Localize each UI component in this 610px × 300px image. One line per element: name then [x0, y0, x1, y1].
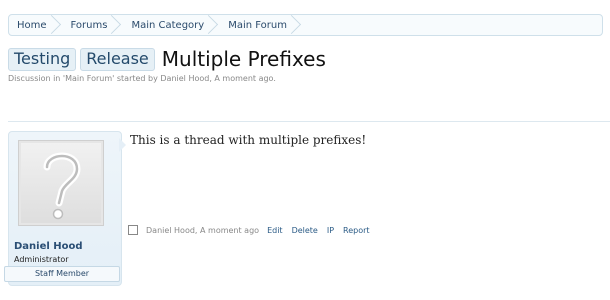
message-body: This is a thread with multiple prefixes! [130, 133, 367, 147]
default-avatar-icon [21, 143, 101, 223]
report-link[interactable]: Report [343, 226, 370, 235]
question-mark-icon [43, 152, 81, 220]
prefix-release[interactable]: Release [80, 47, 155, 71]
thread-title-row: Testing Release Multiple Prefixes [8, 47, 326, 71]
ip-link[interactable]: IP [327, 226, 334, 235]
thread-byline: Discussion in 'Main Forum' started by Da… [8, 74, 276, 83]
select-post-checkbox[interactable] [128, 225, 138, 235]
message-meta: Daniel Hood, A moment ago Edit Delete IP… [128, 225, 370, 235]
breadcrumb-home[interactable]: Home [9, 15, 61, 35]
username-link[interactable]: Daniel Hood [14, 241, 83, 252]
post-author-time[interactable]: Daniel Hood, A moment ago [146, 226, 259, 235]
breadcrumb-main-category[interactable]: Main Category [121, 15, 218, 35]
page-title: Multiple Prefixes [161, 47, 326, 71]
prefix-testing[interactable]: Testing [8, 47, 77, 71]
divider [8, 121, 610, 122]
breadcrumb: Home Forums Main Category Main Forum [8, 14, 603, 36]
breadcrumb-main-forum[interactable]: Main Forum [218, 15, 301, 35]
breadcrumb-forums[interactable]: Forums [61, 15, 122, 35]
staff-member-badge: Staff Member [4, 266, 120, 282]
user-info-arrow [119, 138, 126, 152]
user-title: Administrator [14, 255, 69, 264]
edit-link[interactable]: Edit [267, 226, 283, 235]
avatar[interactable] [18, 140, 104, 226]
delete-link[interactable]: Delete [292, 226, 318, 235]
